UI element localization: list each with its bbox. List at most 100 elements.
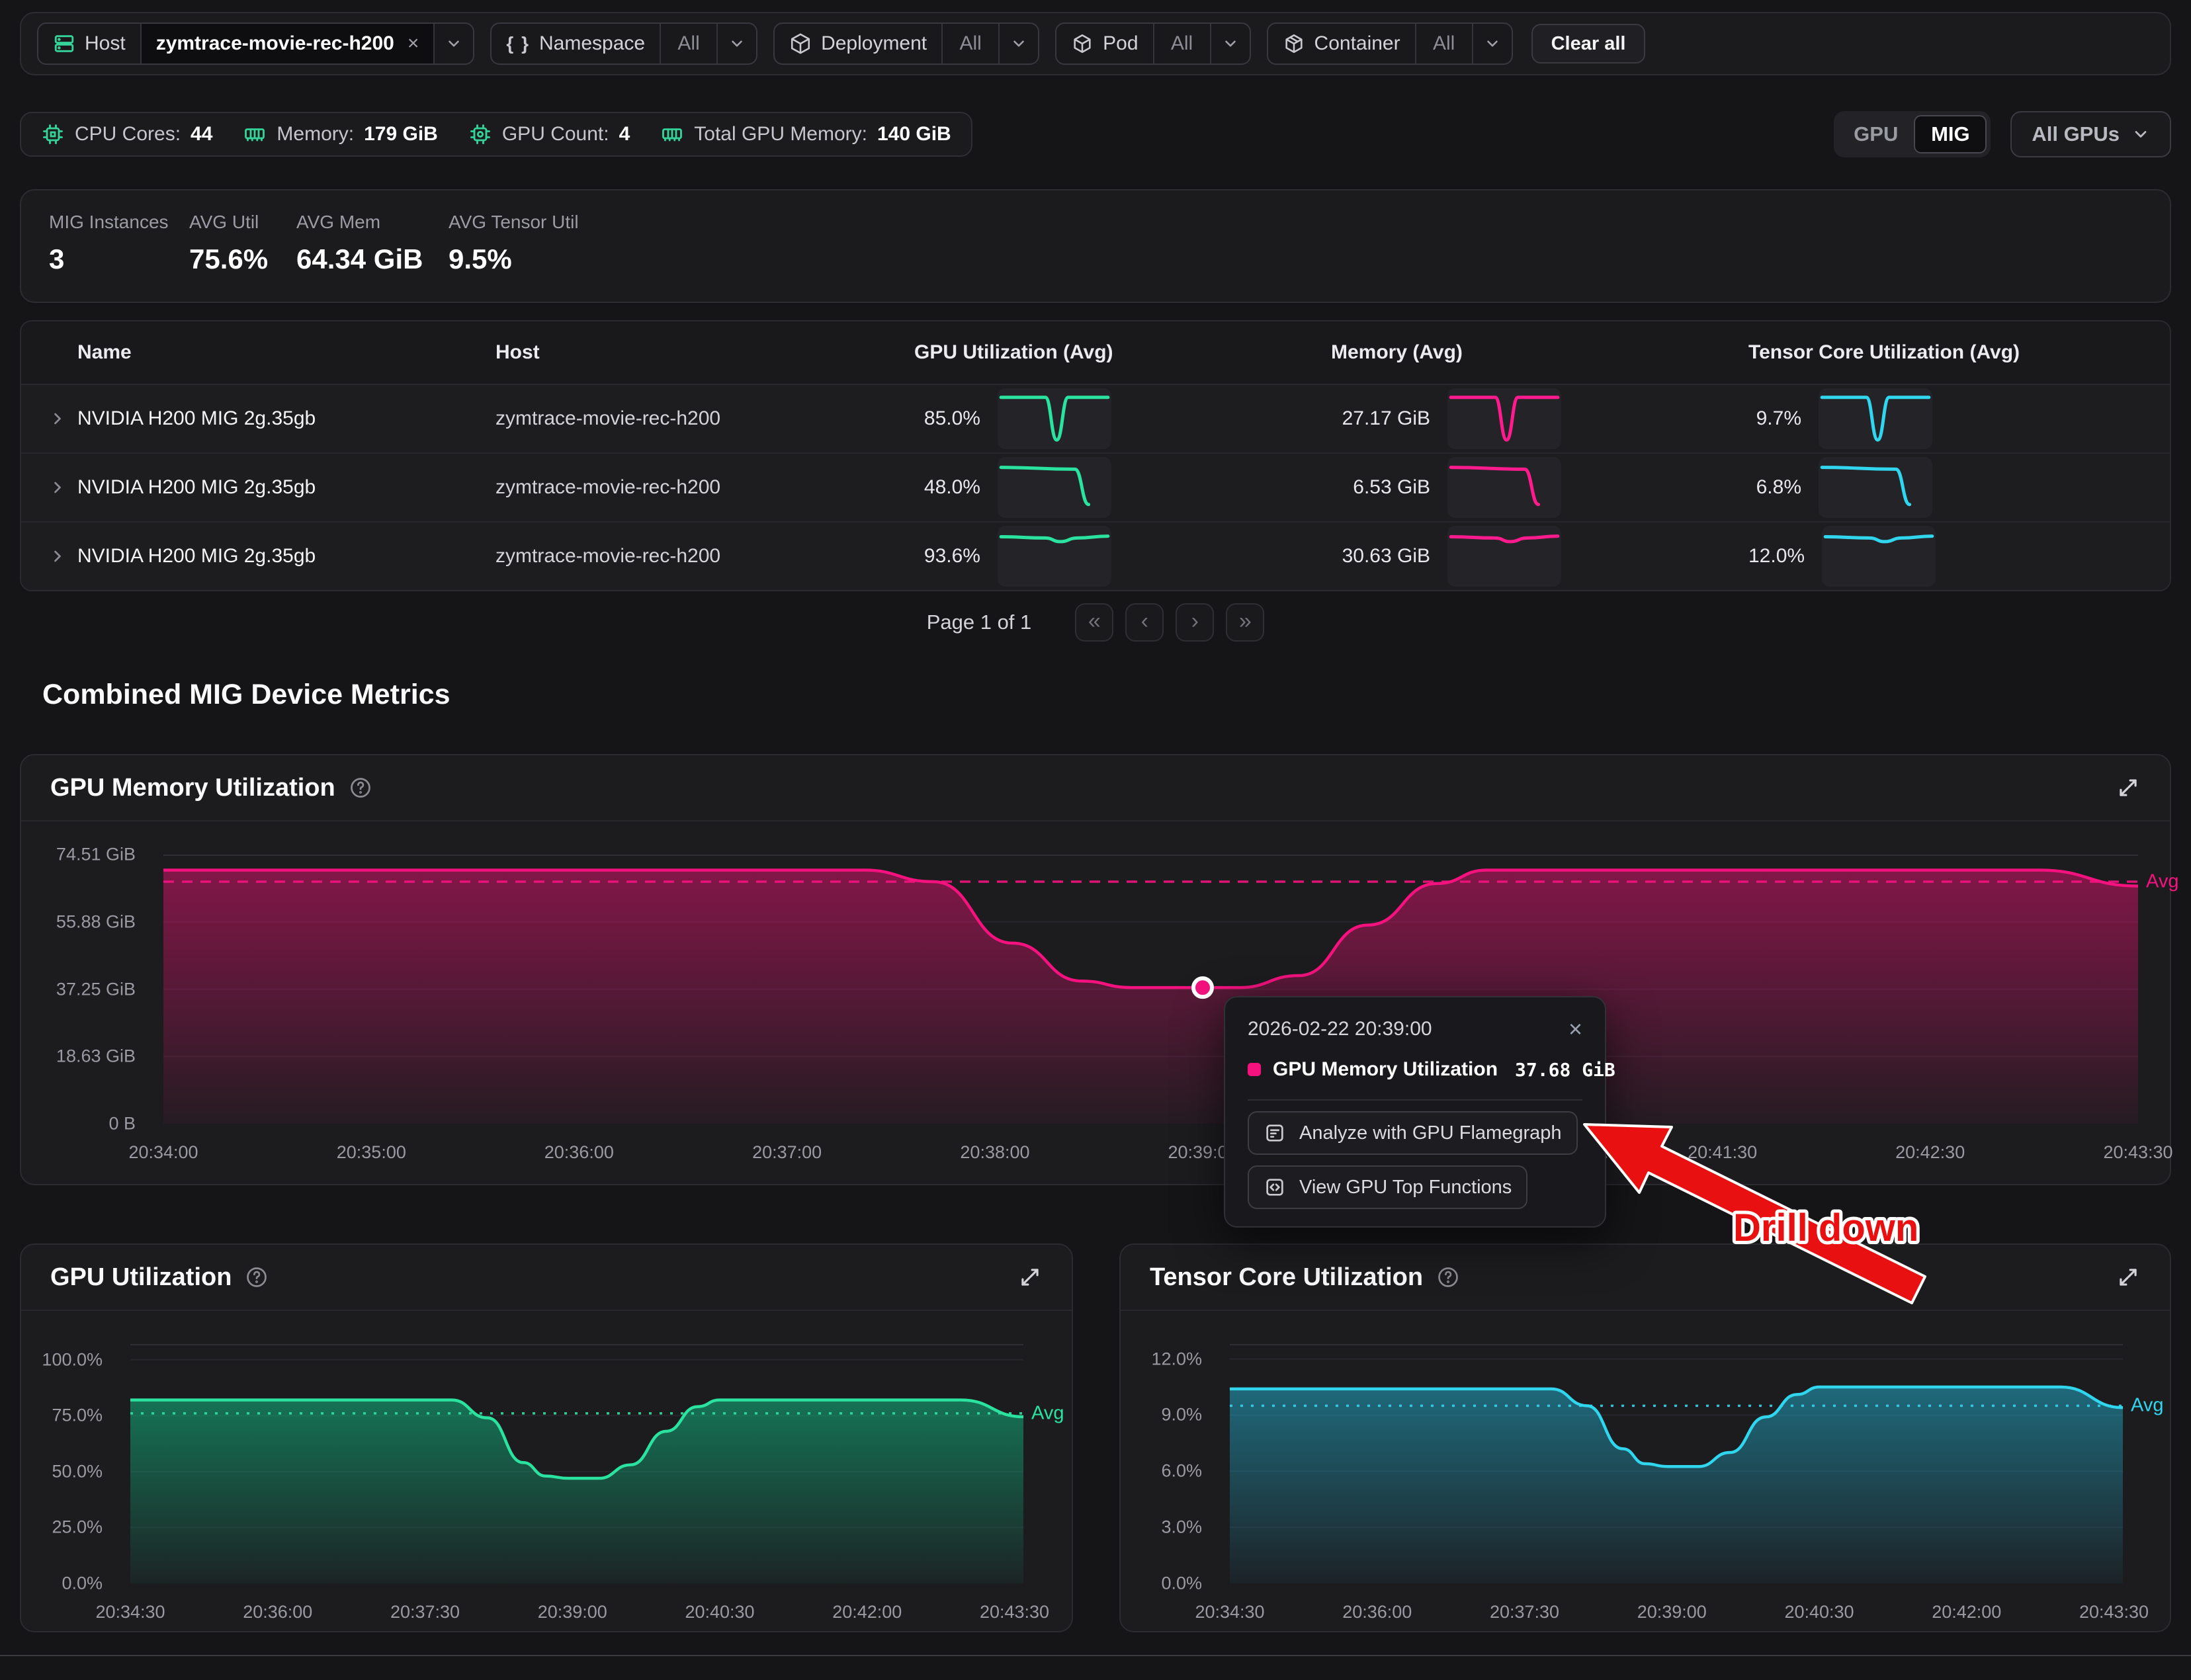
- column-header-host[interactable]: Host: [495, 341, 914, 364]
- x-axis-label: 20:42:00: [1932, 1602, 2001, 1622]
- x-axis-label: 20:36:00: [1342, 1602, 1412, 1622]
- x-axis-label: 20:37:00: [752, 1142, 822, 1163]
- table-row[interactable]: NVIDIA H200 MIG 2g.35gb zymtrace-movie-r…: [21, 521, 2170, 590]
- memory-value: 30.63 GiB: [1331, 545, 1430, 567]
- toggle-option-mig[interactable]: MIG: [1914, 115, 1987, 153]
- column-header-tensor[interactable]: Tensor Core Utilization (Avg): [1748, 341, 2170, 364]
- expand-icon[interactable]: [2116, 775, 2141, 800]
- chevron-right-icon: [48, 409, 67, 428]
- avg-label: Avg: [2146, 871, 2178, 893]
- x-axis-label: 20:36:00: [243, 1602, 312, 1622]
- memory-icon: [243, 122, 267, 146]
- analyze-flamegraph-button[interactable]: Analyze with GPU Flamegraph: [1248, 1111, 1578, 1155]
- summary-label: AVG Util: [189, 212, 296, 233]
- summary-avg-mem: AVG Mem 64.34 GiB: [296, 212, 449, 302]
- x-axis-label: 20:37:30: [390, 1602, 460, 1622]
- gpu-util-value: 93.6%: [914, 545, 980, 567]
- tensor-util-value: 12.0%: [1748, 545, 1805, 567]
- y-axis-label: 74.51 GiB: [56, 845, 136, 865]
- last-page-button[interactable]: »: [1226, 603, 1264, 642]
- expand-icon[interactable]: [1017, 1265, 1043, 1290]
- selected-point-marker[interactable]: [1193, 978, 1212, 997]
- close-icon[interactable]: ×: [1568, 1017, 1582, 1041]
- y-axis-label: 75.0%: [52, 1406, 103, 1426]
- card-header: GPU Utilization: [21, 1245, 1072, 1311]
- filter-namespace-dropdown[interactable]: [716, 24, 756, 63]
- y-axis-label: 55.88 GiB: [56, 911, 136, 932]
- column-header-name[interactable]: Name: [77, 341, 495, 364]
- top-functions-icon: [1264, 1176, 1286, 1198]
- gpu-selector-dropdown[interactable]: All GPUs: [2010, 111, 2171, 157]
- device-name: NVIDIA H200 MIG 2g.35gb: [77, 476, 495, 499]
- expand-row-button[interactable]: [21, 409, 77, 428]
- x-axis-label: 20:43:30: [2103, 1142, 2172, 1163]
- x-axis-label: 20:42:00: [832, 1602, 902, 1622]
- filter-host: Host zymtrace-movie-rec-h200 ×: [37, 22, 474, 65]
- chart-plot[interactable]: 20:34:0020:35:0020:36:0020:37:0020:38:00…: [163, 855, 2138, 1124]
- filter-deployment-value[interactable]: All: [941, 24, 998, 63]
- prev-page-button[interactable]: ‹: [1125, 603, 1164, 642]
- table-row[interactable]: NVIDIA H200 MIG 2g.35gb zymtrace-movie-r…: [21, 384, 2170, 452]
- action-label: Analyze with GPU Flamegraph: [1299, 1122, 1562, 1144]
- filter-pod-value[interactable]: All: [1153, 24, 1210, 63]
- chart-plot[interactable]: 20:34:3020:36:0020:37:3020:39:0020:40:30…: [1230, 1344, 2123, 1583]
- chart-plot[interactable]: 20:34:3020:36:0020:37:3020:39:0020:40:30…: [130, 1344, 1023, 1583]
- y-axis-label: 12.0%: [1151, 1349, 1202, 1369]
- expand-row-button[interactable]: [21, 478, 77, 497]
- chart-title: Tensor Core Utilization: [1150, 1263, 1423, 1292]
- x-axis-label: 20:40:30: [1784, 1602, 1854, 1622]
- filter-deployment-dropdown[interactable]: [998, 24, 1038, 63]
- chevron-down-icon: [1484, 35, 1501, 52]
- filter-container-dropdown[interactable]: [1472, 24, 1512, 63]
- filter-pod: Pod All: [1055, 22, 1250, 65]
- table-row[interactable]: NVIDIA H200 MIG 2g.35gb zymtrace-movie-r…: [21, 452, 2170, 521]
- help-icon[interactable]: [245, 1265, 269, 1289]
- filter-label: Container: [1314, 32, 1400, 55]
- y-axis-label: 25.0%: [52, 1517, 103, 1538]
- filter-container-value[interactable]: All: [1415, 24, 1472, 63]
- chevron-down-icon: [728, 35, 746, 52]
- toggle-option-gpu[interactable]: GPU: [1838, 115, 1914, 153]
- first-page-button[interactable]: «: [1075, 603, 1113, 642]
- help-icon[interactable]: [1436, 1265, 1460, 1289]
- y-axis-label: 9.0%: [1161, 1405, 1202, 1425]
- chevron-right-icon: [48, 547, 67, 566]
- column-header-gpu-util[interactable]: GPU Utilization (Avg): [914, 341, 1331, 364]
- device-name: NVIDIA H200 MIG 2g.35gb: [77, 545, 495, 567]
- memory-value: 6.53 GiB: [1331, 476, 1430, 499]
- divider: [1248, 1099, 1582, 1101]
- summary-avg-tensor-util: AVG Tensor Util 9.5%: [449, 212, 579, 302]
- next-page-button[interactable]: ›: [1176, 603, 1214, 642]
- y-axis-label: 37.25 GiB: [56, 979, 136, 999]
- x-axis-label: 20:43:30: [980, 1602, 1049, 1622]
- tooltip-timestamp: 2026-02-22 20:39:00: [1248, 1018, 1432, 1040]
- remove-filter-icon[interactable]: ×: [408, 32, 419, 55]
- y-axis-label: 18.63 GiB: [56, 1046, 136, 1067]
- filter-host-value[interactable]: zymtrace-movie-rec-h200 ×: [140, 24, 434, 63]
- expand-row-button[interactable]: [21, 547, 77, 566]
- x-axis-label: 20:39:00: [1637, 1602, 1707, 1622]
- chart-title: GPU Utilization: [50, 1263, 232, 1292]
- summary-label: MIG Instances: [49, 212, 189, 233]
- device-host: zymtrace-movie-rec-h200: [495, 476, 914, 499]
- filter-host-dropdown[interactable]: [433, 24, 473, 63]
- filter-label: Deployment: [821, 32, 927, 55]
- chart-title: GPU Memory Utilization: [50, 774, 335, 802]
- device-host: zymtrace-movie-rec-h200: [495, 545, 914, 567]
- x-axis-label: 20:38:00: [960, 1142, 1029, 1163]
- view-top-functions-button[interactable]: View GPU Top Functions: [1248, 1165, 1527, 1209]
- filter-namespace-value[interactable]: All: [660, 24, 716, 63]
- clear-all-button[interactable]: Clear all: [1531, 24, 1646, 63]
- tensor-util-value: 9.7%: [1748, 407, 1801, 430]
- summary-label: AVG Tensor Util: [449, 212, 579, 233]
- filter-pod-dropdown[interactable]: [1210, 24, 1250, 63]
- help-icon[interactable]: [349, 776, 372, 800]
- stat-label: GPU Count:: [502, 123, 609, 146]
- filter-pod-label: Pod: [1056, 24, 1152, 63]
- x-axis-label: 20:42:30: [1895, 1142, 1965, 1163]
- tooltip-series-row: GPU Memory Utilization 37.68 GiB: [1248, 1058, 1582, 1081]
- column-header-memory[interactable]: Memory (Avg): [1331, 341, 1748, 364]
- view-controls: GPU MIG All GPUs: [1834, 111, 2171, 157]
- tensor-sparkline: [1819, 457, 1932, 518]
- expand-icon[interactable]: [2116, 1265, 2141, 1290]
